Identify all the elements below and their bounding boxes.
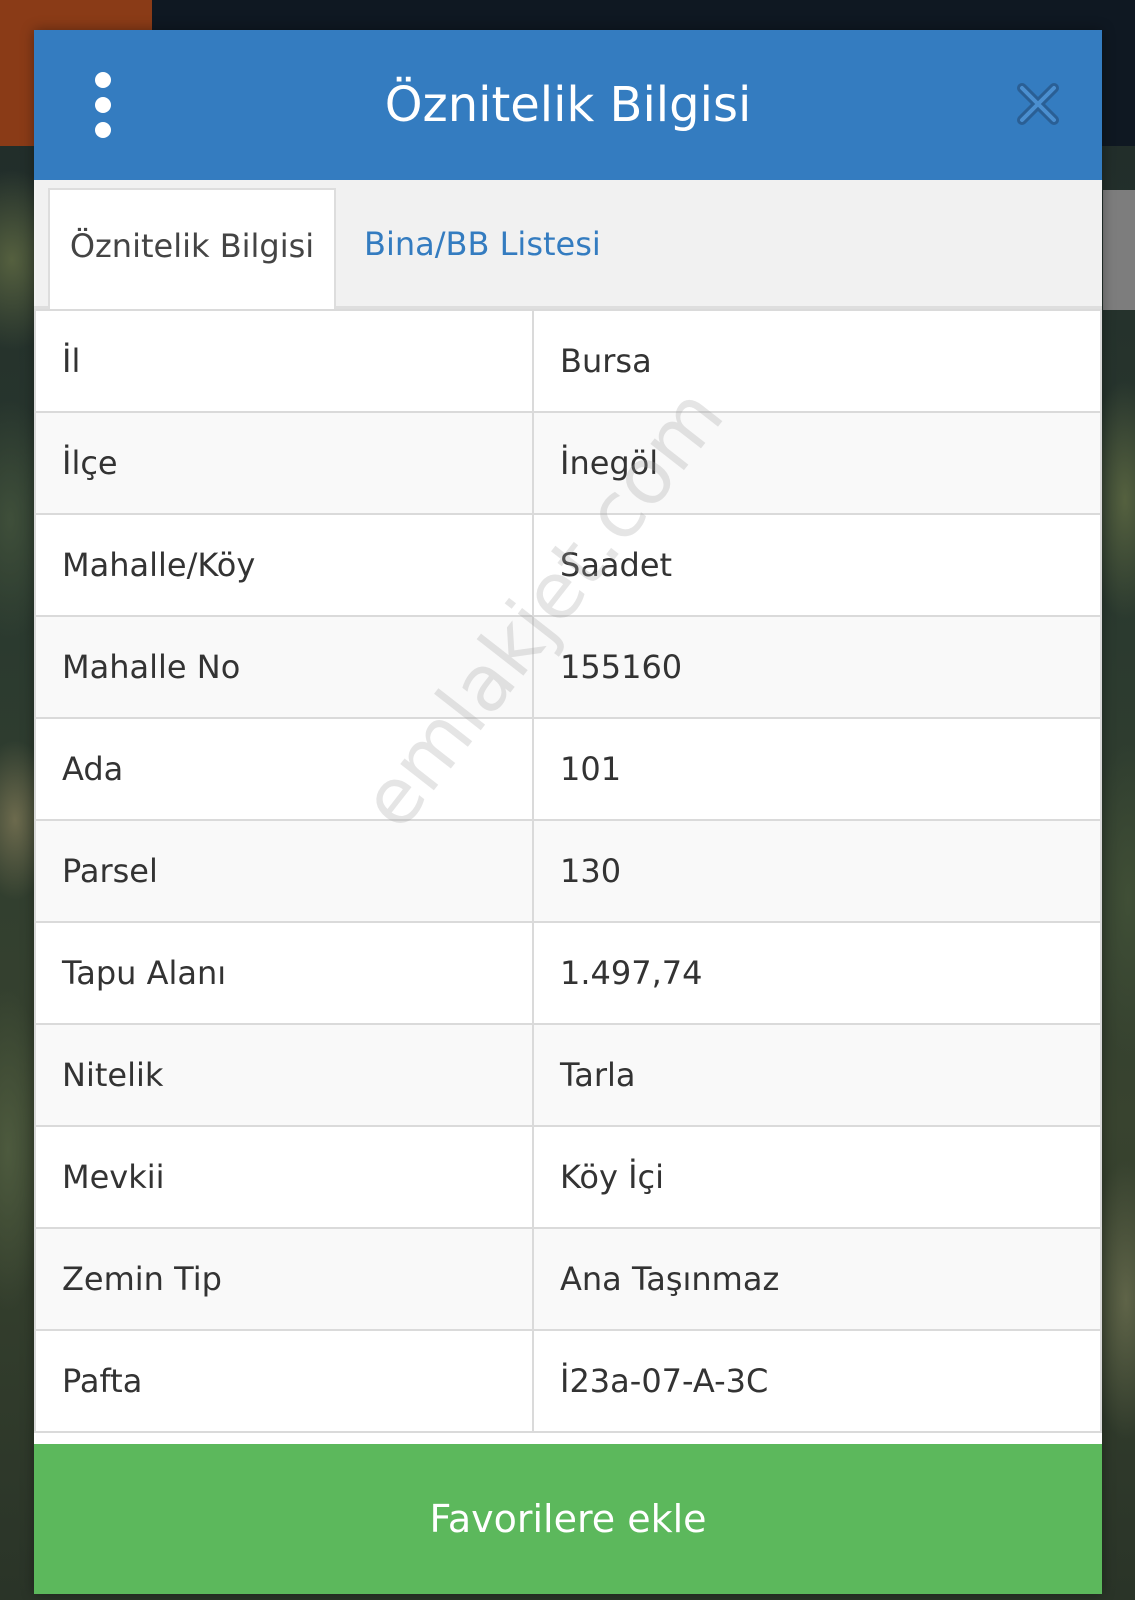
attribute-value: Saadet xyxy=(532,513,1102,617)
attribute-value: 1.497,74 xyxy=(532,921,1102,1025)
table-row: Zemin Tip Ana Taşınmaz xyxy=(34,1227,1102,1331)
tab-bar: Öznitelik Bilgisi Bina/BB Listesi xyxy=(34,180,1102,311)
map-side-control xyxy=(1103,190,1135,310)
attribute-value: 130 xyxy=(532,819,1102,923)
menu-dot xyxy=(95,72,111,88)
table-row: İlçe İnegöl xyxy=(34,411,1102,515)
attribute-key: Ada xyxy=(34,717,534,821)
attribute-key: Pafta xyxy=(34,1329,534,1433)
attribute-key: İl xyxy=(34,309,534,413)
menu-dot xyxy=(95,122,111,138)
attribute-key: Nitelik xyxy=(34,1023,534,1127)
menu-dot xyxy=(95,97,111,113)
table-row: Parsel 130 xyxy=(34,819,1102,923)
attribute-value: İnegöl xyxy=(532,411,1102,515)
tab-building-list[interactable]: Bina/BB Listesi xyxy=(364,188,654,306)
attribute-key: Tapu Alanı xyxy=(34,921,534,1025)
attribute-value: Bursa xyxy=(532,309,1102,413)
table-row: Mahalle No 155160 xyxy=(34,615,1102,719)
table-row: Mevkii Köy İçi xyxy=(34,1125,1102,1229)
attribute-table: İl Bursa İlçe İnegöl Mahalle/Köy Saadet … xyxy=(34,309,1102,1433)
attribute-value: Köy İçi xyxy=(532,1125,1102,1229)
table-row: Tapu Alanı 1.497,74 xyxy=(34,921,1102,1025)
dialog-title: Öznitelik Bilgisi xyxy=(384,77,752,133)
attribute-key: Parsel xyxy=(34,819,534,923)
close-icon[interactable] xyxy=(1016,82,1060,126)
dialog-header: Öznitelik Bilgisi xyxy=(34,30,1102,180)
attribute-dialog: Öznitelik Bilgisi Öznitelik Bilgisi Bina… xyxy=(34,30,1102,1594)
attribute-key: Mahalle No xyxy=(34,615,534,719)
table-row: İl Bursa xyxy=(34,309,1102,413)
attribute-value: İ23a-07-A-3C xyxy=(532,1329,1102,1433)
more-vertical-icon[interactable] xyxy=(86,72,122,138)
attribute-key: Zemin Tip xyxy=(34,1227,534,1331)
attribute-key: Mevkii xyxy=(34,1125,534,1229)
attribute-value: 155160 xyxy=(532,615,1102,719)
attribute-value: Ana Taşınmaz xyxy=(532,1227,1102,1331)
attribute-value: Tarla xyxy=(532,1023,1102,1127)
attribute-value: 101 xyxy=(532,717,1102,821)
add-to-favorites-button[interactable]: Favorilere ekle xyxy=(34,1444,1102,1594)
table-row: Mahalle/Köy Saadet xyxy=(34,513,1102,617)
table-row: Pafta İ23a-07-A-3C xyxy=(34,1329,1102,1433)
attribute-key: İlçe xyxy=(34,411,534,515)
tab-attribute-info[interactable]: Öznitelik Bilgisi xyxy=(48,188,336,311)
table-row: Nitelik Tarla xyxy=(34,1023,1102,1127)
attribute-key: Mahalle/Köy xyxy=(34,513,534,617)
table-row: Ada 101 xyxy=(34,717,1102,821)
